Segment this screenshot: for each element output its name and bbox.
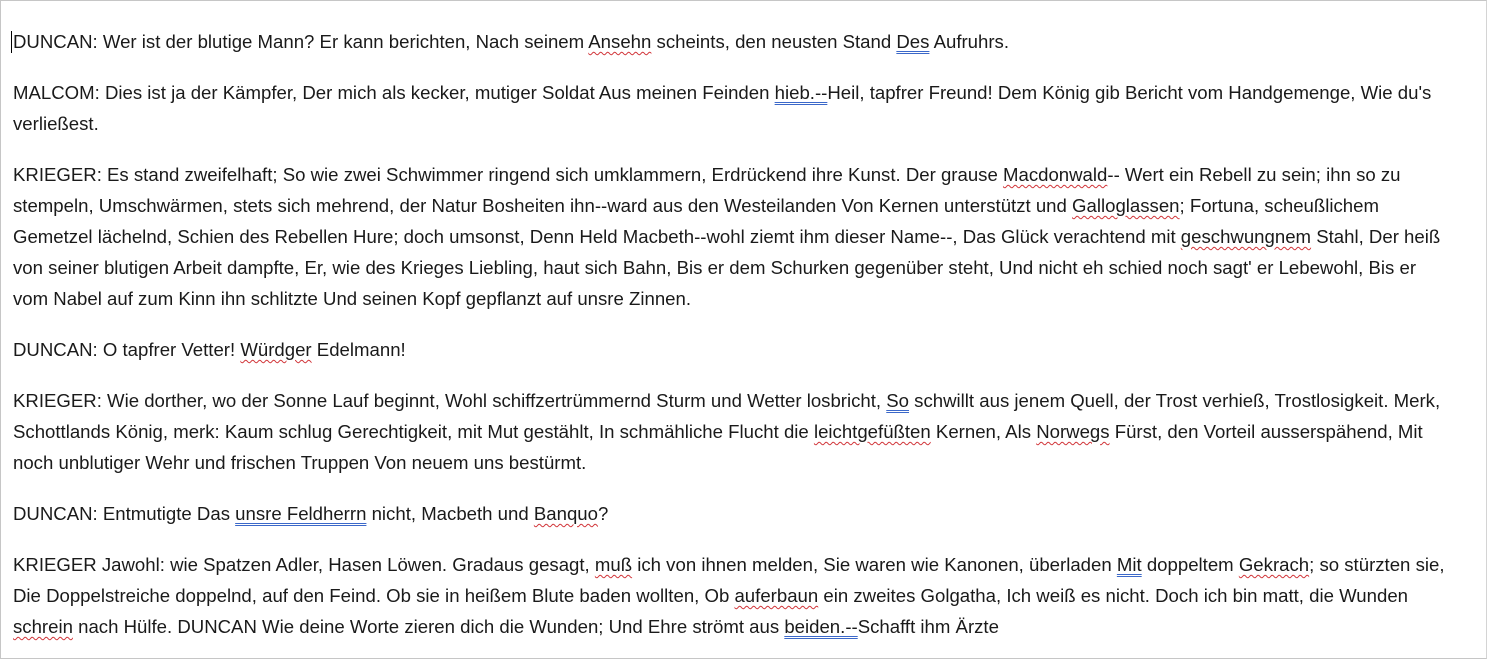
grammar-flagged-text: beiden.-- [784, 616, 858, 637]
text-run: Aufruhrs. [929, 31, 1010, 52]
paragraph-5[interactable]: KRIEGER: Wie dorther, wo der Sonne Lauf … [13, 385, 1453, 478]
text-run: DUNCAN: Entmutigte Das [13, 503, 236, 524]
spelling-flagged-word: Banquo [533, 503, 598, 524]
spelling-flagged-word: schrein [13, 616, 73, 637]
document-body[interactable]: DUNCAN: Wer ist der blutige Mann? Er kan… [13, 26, 1453, 662]
spelling-flagged-word: Norwegs [1036, 421, 1110, 442]
text-run: nicht, Macbeth und [366, 503, 534, 524]
grammar-flagged-text: Mit [1116, 554, 1142, 575]
grammar-flagged-text: hieb.-- [774, 82, 828, 103]
paragraph-7[interactable]: KRIEGER Jawohl: wie Spatzen Adler, Hasen… [13, 549, 1453, 642]
text-run: DUNCAN: Wer ist der blutige Mann? Er kan… [13, 31, 589, 52]
text-run: scheints, den neusten Stand [651, 31, 897, 52]
text-run: ein zweites Golgatha, Ich weiß es nicht.… [818, 585, 1409, 606]
spelling-flagged-word: geschwungnem [1180, 226, 1312, 247]
text-run: doppeltem [1141, 554, 1239, 575]
grammar-flagged-text: So [886, 390, 910, 411]
paragraph-1[interactable]: DUNCAN: Wer ist der blutige Mann? Er kan… [13, 26, 1453, 57]
text-run: nach Hülfe. DUNCAN Wie deine Worte ziere… [72, 616, 785, 637]
text-run: KRIEGER: Wie dorther, wo der Sonne Lauf … [13, 390, 887, 411]
spelling-flagged-word: leichtgefüßten [813, 421, 931, 442]
text-run: ich von ihnen melden, Sie waren wie Kano… [632, 554, 1117, 575]
text-run: MALCOM: Dies ist ja der Kämpfer, Der mic… [13, 82, 775, 103]
text-run: KRIEGER Jawohl: wie Spatzen Adler, Hasen… [13, 554, 595, 575]
spelling-flagged-word: Macdonwald [1002, 164, 1108, 185]
text-run: ? [597, 503, 609, 524]
text-cursor [11, 31, 12, 53]
text-run: KRIEGER: Es stand zweifelhaft; So wie zw… [13, 164, 1003, 185]
spelling-flagged-word: Ansehn [588, 31, 652, 52]
document-page[interactable]: DUNCAN: Wer ist der blutige Mann? Er kan… [0, 0, 1487, 659]
spelling-flagged-word: Gekrach [1238, 554, 1310, 575]
text-run: Kernen, Als [930, 421, 1037, 442]
text-run: DUNCAN: O tapfrer Vetter! [13, 339, 241, 360]
text-run: Schafft ihm Ärzte [857, 616, 999, 637]
spelling-flagged-word: Galloglassen [1072, 195, 1180, 216]
spelling-flagged-word: muß [594, 554, 633, 575]
spelling-flagged-word: Würdger [240, 339, 312, 360]
grammar-flagged-text: Des [896, 31, 930, 52]
grammar-flagged-text: unsre Feldherrn [235, 503, 367, 524]
paragraph-4[interactable]: DUNCAN: O tapfrer Vetter! Würdger Edelma… [13, 334, 1453, 365]
paragraph-2[interactable]: MALCOM: Dies ist ja der Kämpfer, Der mic… [13, 77, 1453, 139]
paragraph-6[interactable]: DUNCAN: Entmutigte Das unsre Feldherrn n… [13, 498, 1453, 529]
paragraph-3[interactable]: KRIEGER: Es stand zweifelhaft; So wie zw… [13, 159, 1453, 314]
text-run: Edelmann! [311, 339, 406, 360]
spelling-flagged-word: auferbaun [734, 585, 819, 606]
